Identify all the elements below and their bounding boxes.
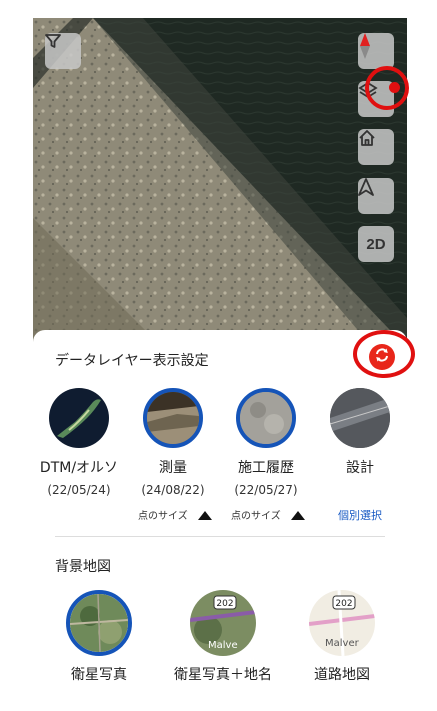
filter-button[interactable] [45,33,81,69]
home-button[interactable] [358,129,394,165]
background-map-name: 道路地図 [314,667,370,683]
layer-date: (22/05/24) [47,483,111,497]
layer-name: 施工履歴 [238,460,294,476]
layer-name: 測量 [159,460,187,476]
background-map-satellite[interactable]: 衛星写真 [53,590,145,684]
svg-text:Malve: Malve [208,640,238,651]
layer-item-survey[interactable]: 測量 (24/08/22) [131,388,215,497]
satellite-map-image [33,18,407,348]
background-map-title: 背景地図 [55,559,111,575]
layer-thumbnail-survey [143,388,203,448]
highlight-ring-refresh [353,330,415,378]
individual-select-link[interactable]: 個別選択 [338,507,382,523]
layer-date: (22/05/27) [234,483,298,497]
survey-point-size-control[interactable]: 点のサイズ [138,507,212,522]
layer-item-design[interactable]: 設計 [318,388,402,477]
triangle-up-icon [197,511,212,520]
point-size-label: 点のサイズ [138,511,188,522]
background-map-satellite-labels[interactable]: 202 Malve 衛星写真＋地名 [163,590,283,684]
panel-title: データレイヤー表示設定 [55,353,209,369]
navigate-button[interactable] [358,178,394,214]
svg-text:202: 202 [216,599,233,609]
construction-point-size-control[interactable]: 点のサイズ [231,507,305,522]
triangle-up-icon [290,511,305,520]
background-thumbnail-satellite [66,590,132,656]
layer-thumbnail-construction [236,388,296,448]
background-thumbnail-satellite-labels: 202 Malve [190,590,256,656]
layer-item-dtm-ortho[interactable]: DTM/オルソ (22/05/24) [37,388,121,497]
view-mode-button[interactable]: 2D [358,226,394,262]
red-dot [389,82,400,93]
layer-name: 設計 [346,460,374,476]
highlight-ring-layers [365,66,409,110]
background-thumbnail-road: 202 Malver [309,590,375,656]
background-map-name: 衛星写真＋地名 [174,667,272,683]
map-view[interactable]: 2D [33,18,407,348]
point-size-label: 点のサイズ [231,511,281,522]
divider [55,536,385,537]
compass-button[interactable] [358,33,394,69]
svg-text:202: 202 [335,599,352,609]
background-map-name: 衛星写真 [71,667,127,683]
layer-item-construction-history[interactable]: 施工履歴 (22/05/27) [224,388,308,497]
layer-name: DTM/オルソ [39,460,119,476]
view-mode-label: 2D [366,235,386,253]
background-map-road[interactable]: 202 Malver 道路地図 [295,590,389,684]
data-layer-panel: データレイヤー表示設定 DTM/オルソ (22/05/24) 測量 (24/08… [33,330,407,711]
layer-thumbnail-design [330,388,390,448]
layer-thumbnail-dtm [49,388,109,448]
svg-text:Malver: Malver [325,638,360,649]
layer-date: (24/08/22) [141,483,205,497]
